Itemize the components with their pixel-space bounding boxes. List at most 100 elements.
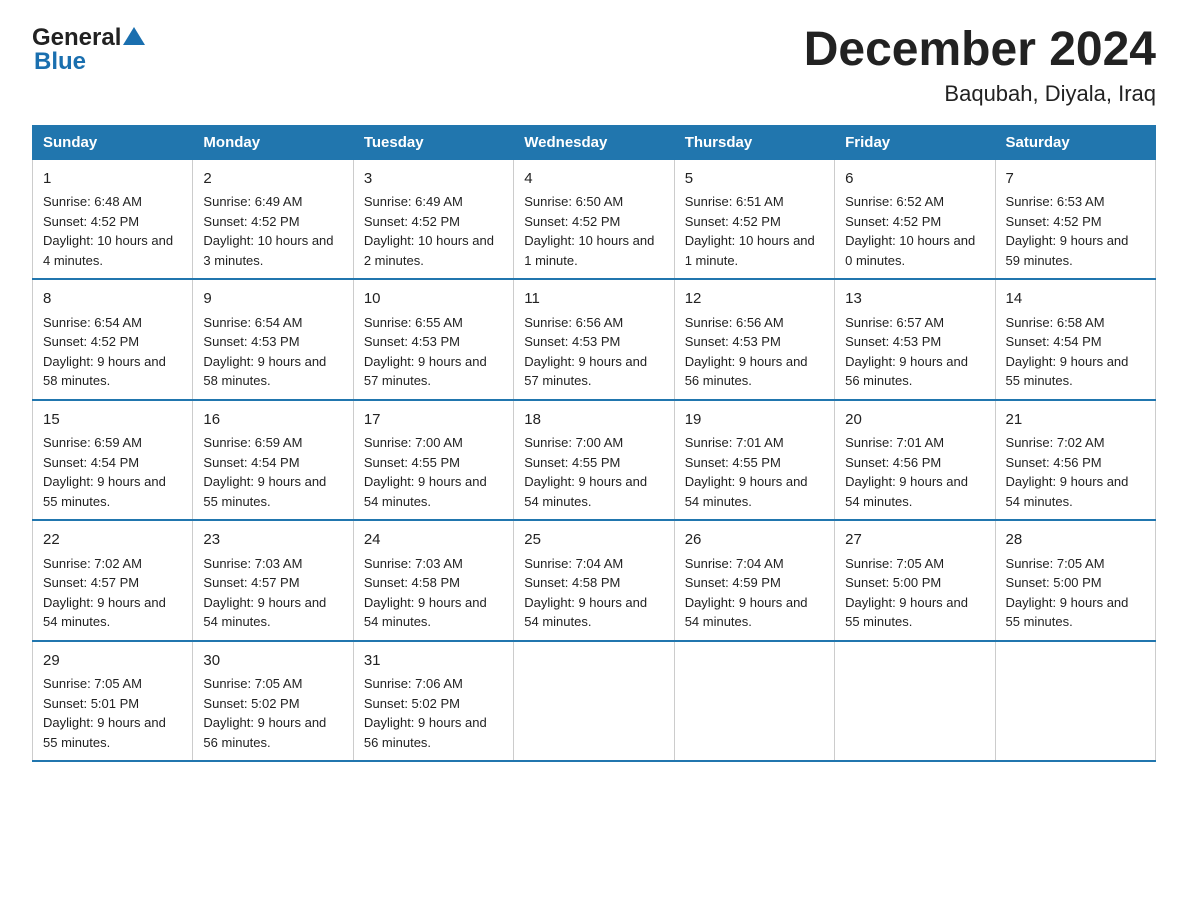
day-info: Sunrise: 6:56 AMSunset: 4:53 PMDaylight:… — [685, 315, 808, 389]
table-row: 26 Sunrise: 7:04 AMSunset: 4:59 PMDaylig… — [674, 520, 834, 641]
day-info: Sunrise: 6:52 AMSunset: 4:52 PMDaylight:… — [845, 194, 975, 268]
day-number: 28 — [1006, 529, 1145, 552]
day-number: 22 — [43, 529, 182, 552]
table-row: 14 Sunrise: 6:58 AMSunset: 4:54 PMDaylig… — [995, 279, 1155, 400]
day-info: Sunrise: 6:54 AMSunset: 4:52 PMDaylight:… — [43, 315, 166, 389]
calendar-week-row: 22 Sunrise: 7:02 AMSunset: 4:57 PMDaylig… — [33, 520, 1156, 641]
day-number: 2 — [203, 168, 342, 191]
calendar-table: Sunday Monday Tuesday Wednesday Thursday… — [32, 125, 1156, 763]
table-row: 10 Sunrise: 6:55 AMSunset: 4:53 PMDaylig… — [353, 279, 513, 400]
day-info: Sunrise: 7:04 AMSunset: 4:59 PMDaylight:… — [685, 556, 808, 630]
day-number: 12 — [685, 288, 824, 311]
day-info: Sunrise: 7:00 AMSunset: 4:55 PMDaylight:… — [364, 435, 487, 509]
day-number: 20 — [845, 409, 984, 432]
table-row: 27 Sunrise: 7:05 AMSunset: 5:00 PMDaylig… — [835, 520, 995, 641]
day-number: 5 — [685, 168, 824, 191]
day-number: 30 — [203, 650, 342, 673]
weekday-header-row: Sunday Monday Tuesday Wednesday Thursday… — [33, 125, 1156, 159]
table-row: 6 Sunrise: 6:52 AMSunset: 4:52 PMDayligh… — [835, 159, 995, 279]
table-row: 25 Sunrise: 7:04 AMSunset: 4:58 PMDaylig… — [514, 520, 674, 641]
day-info: Sunrise: 7:01 AMSunset: 4:55 PMDaylight:… — [685, 435, 808, 509]
table-row: 16 Sunrise: 6:59 AMSunset: 4:54 PMDaylig… — [193, 400, 353, 521]
day-info: Sunrise: 6:51 AMSunset: 4:52 PMDaylight:… — [685, 194, 815, 268]
day-info: Sunrise: 7:05 AMSunset: 5:00 PMDaylight:… — [1006, 556, 1129, 630]
day-number: 25 — [524, 529, 663, 552]
day-number: 23 — [203, 529, 342, 552]
table-row: 3 Sunrise: 6:49 AMSunset: 4:52 PMDayligh… — [353, 159, 513, 279]
day-number: 17 — [364, 409, 503, 432]
day-info: Sunrise: 7:05 AMSunset: 5:02 PMDaylight:… — [203, 676, 326, 750]
day-info: Sunrise: 7:04 AMSunset: 4:58 PMDaylight:… — [524, 556, 647, 630]
day-number: 14 — [1006, 288, 1145, 311]
day-number: 7 — [1006, 168, 1145, 191]
table-row: 8 Sunrise: 6:54 AMSunset: 4:52 PMDayligh… — [33, 279, 193, 400]
day-info: Sunrise: 7:02 AMSunset: 4:57 PMDaylight:… — [43, 556, 166, 630]
table-row: 7 Sunrise: 6:53 AMSunset: 4:52 PMDayligh… — [995, 159, 1155, 279]
table-row: 13 Sunrise: 6:57 AMSunset: 4:53 PMDaylig… — [835, 279, 995, 400]
day-number: 13 — [845, 288, 984, 311]
day-info: Sunrise: 6:56 AMSunset: 4:53 PMDaylight:… — [524, 315, 647, 389]
page-header: General Blue December 2024 Baqubah, Diya… — [32, 24, 1156, 107]
day-info: Sunrise: 7:06 AMSunset: 5:02 PMDaylight:… — [364, 676, 487, 750]
table-row — [514, 641, 674, 762]
table-row: 5 Sunrise: 6:51 AMSunset: 4:52 PMDayligh… — [674, 159, 834, 279]
day-number: 19 — [685, 409, 824, 432]
table-row: 9 Sunrise: 6:54 AMSunset: 4:53 PMDayligh… — [193, 279, 353, 400]
day-number: 3 — [364, 168, 503, 191]
day-info: Sunrise: 6:54 AMSunset: 4:53 PMDaylight:… — [203, 315, 326, 389]
table-row — [674, 641, 834, 762]
day-info: Sunrise: 6:49 AMSunset: 4:52 PMDaylight:… — [203, 194, 333, 268]
table-row: 31 Sunrise: 7:06 AMSunset: 5:02 PMDaylig… — [353, 641, 513, 762]
table-row: 18 Sunrise: 7:00 AMSunset: 4:55 PMDaylig… — [514, 400, 674, 521]
day-info: Sunrise: 6:58 AMSunset: 4:54 PMDaylight:… — [1006, 315, 1129, 389]
day-number: 8 — [43, 288, 182, 311]
day-info: Sunrise: 7:05 AMSunset: 5:00 PMDaylight:… — [845, 556, 968, 630]
table-row: 12 Sunrise: 6:56 AMSunset: 4:53 PMDaylig… — [674, 279, 834, 400]
logo: General Blue — [32, 24, 145, 76]
day-info: Sunrise: 6:55 AMSunset: 4:53 PMDaylight:… — [364, 315, 487, 389]
title-block: December 2024 Baqubah, Diyala, Iraq — [804, 24, 1156, 107]
table-row — [835, 641, 995, 762]
calendar-week-row: 15 Sunrise: 6:59 AMSunset: 4:54 PMDaylig… — [33, 400, 1156, 521]
calendar-week-row: 8 Sunrise: 6:54 AMSunset: 4:52 PMDayligh… — [33, 279, 1156, 400]
day-number: 18 — [524, 409, 663, 432]
table-row: 29 Sunrise: 7:05 AMSunset: 5:01 PMDaylig… — [33, 641, 193, 762]
header-thursday: Thursday — [674, 125, 834, 159]
day-number: 6 — [845, 168, 984, 191]
calendar-week-row: 29 Sunrise: 7:05 AMSunset: 5:01 PMDaylig… — [33, 641, 1156, 762]
header-monday: Monday — [193, 125, 353, 159]
table-row: 21 Sunrise: 7:02 AMSunset: 4:56 PMDaylig… — [995, 400, 1155, 521]
day-info: Sunrise: 6:59 AMSunset: 4:54 PMDaylight:… — [43, 435, 166, 509]
table-row: 24 Sunrise: 7:03 AMSunset: 4:58 PMDaylig… — [353, 520, 513, 641]
logo-triangle-icon — [123, 27, 145, 45]
table-row: 4 Sunrise: 6:50 AMSunset: 4:52 PMDayligh… — [514, 159, 674, 279]
day-number: 4 — [524, 168, 663, 191]
day-info: Sunrise: 7:03 AMSunset: 4:58 PMDaylight:… — [364, 556, 487, 630]
day-info: Sunrise: 6:49 AMSunset: 4:52 PMDaylight:… — [364, 194, 494, 268]
table-row: 20 Sunrise: 7:01 AMSunset: 4:56 PMDaylig… — [835, 400, 995, 521]
table-row — [995, 641, 1155, 762]
day-info: Sunrise: 7:03 AMSunset: 4:57 PMDaylight:… — [203, 556, 326, 630]
day-number: 24 — [364, 529, 503, 552]
header-sunday: Sunday — [33, 125, 193, 159]
table-row: 15 Sunrise: 6:59 AMSunset: 4:54 PMDaylig… — [33, 400, 193, 521]
day-number: 27 — [845, 529, 984, 552]
calendar-title: December 2024 — [804, 24, 1156, 77]
table-row: 11 Sunrise: 6:56 AMSunset: 4:53 PMDaylig… — [514, 279, 674, 400]
day-number: 29 — [43, 650, 182, 673]
header-tuesday: Tuesday — [353, 125, 513, 159]
day-info: Sunrise: 6:48 AMSunset: 4:52 PMDaylight:… — [43, 194, 173, 268]
header-saturday: Saturday — [995, 125, 1155, 159]
header-wednesday: Wednesday — [514, 125, 674, 159]
header-friday: Friday — [835, 125, 995, 159]
day-number: 15 — [43, 409, 182, 432]
day-info: Sunrise: 6:57 AMSunset: 4:53 PMDaylight:… — [845, 315, 968, 389]
day-info: Sunrise: 6:53 AMSunset: 4:52 PMDaylight:… — [1006, 194, 1129, 268]
day-number: 21 — [1006, 409, 1145, 432]
logo-blue-text: Blue — [34, 48, 86, 76]
day-number: 31 — [364, 650, 503, 673]
day-number: 11 — [524, 288, 663, 311]
day-info: Sunrise: 7:02 AMSunset: 4:56 PMDaylight:… — [1006, 435, 1129, 509]
day-info: Sunrise: 7:01 AMSunset: 4:56 PMDaylight:… — [845, 435, 968, 509]
day-number: 10 — [364, 288, 503, 311]
